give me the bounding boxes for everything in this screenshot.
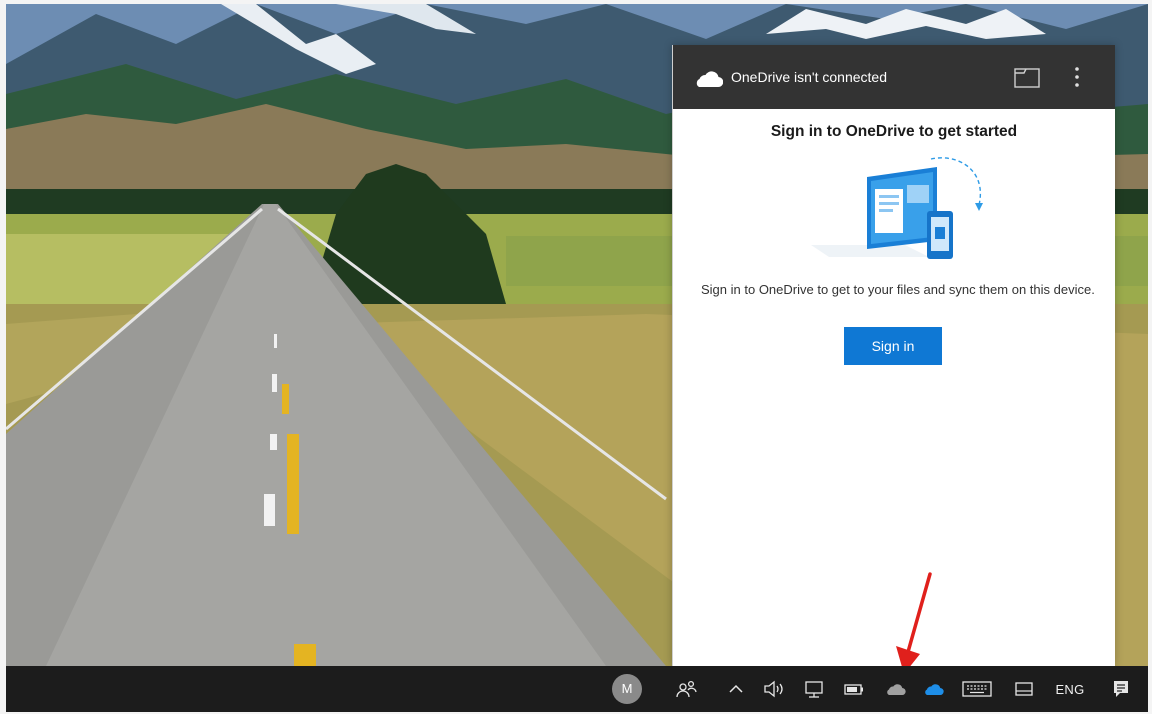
red-arrow-annotation [896, 572, 932, 674]
volume-button[interactable] [760, 666, 788, 712]
network-icon [805, 681, 823, 698]
onedrive-gray-cloud-icon [887, 684, 906, 696]
people-button[interactable] [670, 666, 702, 712]
touch-keyboard-icon [962, 681, 992, 697]
people-icon [676, 680, 697, 698]
action-center-button[interactable] [1106, 666, 1136, 712]
onedrive-gray-tray-button[interactable] [880, 666, 910, 712]
onedrive-blue-tray-button[interactable] [918, 666, 948, 712]
signin-heading: Sign in to OneDrive to get started [770, 123, 1018, 140]
network-button[interactable] [800, 666, 828, 712]
tablet-mode-button[interactable] [1010, 666, 1038, 712]
flyout-header: OneDrive isn't connected [673, 45, 1115, 109]
tablet-icon [1015, 682, 1033, 696]
chevron-up-icon [729, 684, 743, 693]
touch-keyboard-button[interactable] [958, 666, 996, 712]
user-avatar-button[interactable]: M [610, 666, 644, 712]
onedrive-cloud-icon [696, 71, 723, 88]
input-language-button[interactable]: ENG [1050, 666, 1090, 712]
avatar: M [612, 674, 642, 704]
show-hidden-icons-button[interactable] [724, 666, 748, 712]
signin-description: Sign in to OneDrive to get to your files… [701, 282, 1095, 297]
sync-devices-illustration [811, 157, 983, 259]
onedrive-blue-cloud-icon [925, 684, 944, 696]
action-center-icon [1114, 681, 1128, 697]
more-options-icon[interactable] [1067, 63, 1087, 91]
language-indicator: ENG [1055, 681, 1085, 697]
header-title: OneDrive isn't connected [731, 69, 887, 85]
sign-in-button[interactable]: Sign in [844, 327, 942, 365]
volume-icon [764, 680, 783, 698]
taskbar: M ENG [6, 666, 1148, 712]
battery-button[interactable] [840, 666, 868, 712]
battery-icon [844, 684, 863, 695]
folder-icon[interactable] [1013, 65, 1041, 89]
